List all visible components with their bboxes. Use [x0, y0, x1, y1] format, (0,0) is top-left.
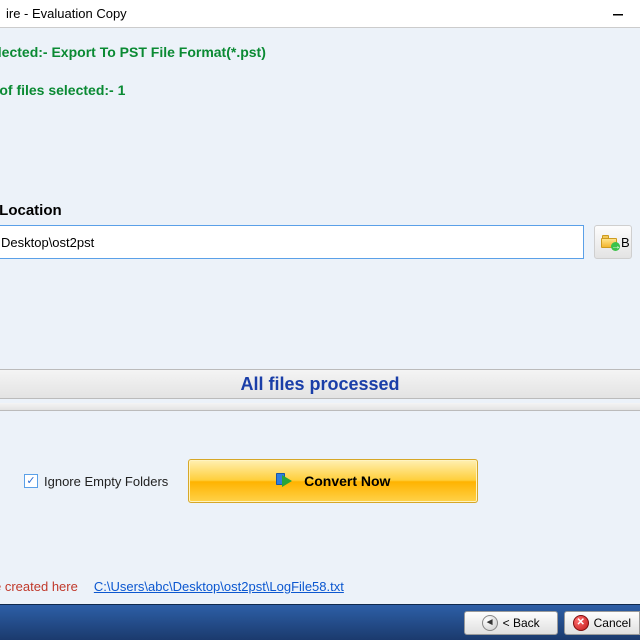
- checkbox-icon: ✓: [24, 474, 38, 488]
- log-intro-label: e created here: [0, 579, 78, 594]
- ignore-empty-folders-label: Ignore Empty Folders: [44, 474, 168, 489]
- output-location-label: t Location: [0, 202, 640, 219]
- ignore-empty-folders-checkbox[interactable]: ✓ Ignore Empty Folders: [24, 474, 168, 489]
- folder-icon: →: [601, 235, 617, 249]
- cancel-label: Cancel: [594, 616, 631, 630]
- status-bar: All files processed: [0, 369, 640, 399]
- convert-now-button[interactable]: Convert Now: [188, 459, 478, 503]
- status-text: All files processed: [240, 374, 399, 395]
- app-window: ire - Evaluation Copy elected:- Export T…: [0, 0, 640, 640]
- minimize-button[interactable]: [596, 0, 640, 28]
- status-block: All files processed: [0, 369, 640, 411]
- action-row: ✓ Ignore Empty Folders Convert Now: [0, 459, 640, 503]
- content-area: elected:- Export To PST File Format(*.ps…: [0, 28, 640, 604]
- titlebar: ire - Evaluation Copy: [0, 0, 640, 28]
- wizard-bar: ◄ < Back ✕ Cancel: [0, 604, 640, 640]
- selected-count-label: r of files selected:- 1: [0, 78, 640, 102]
- window-title: ire - Evaluation Copy: [6, 6, 127, 21]
- cancel-icon: ✕: [573, 615, 589, 631]
- selected-option-label: elected:- Export To PST File Format(*.ps…: [0, 40, 640, 64]
- browse-label: B: [621, 235, 630, 250]
- browse-button[interactable]: → B: [594, 225, 632, 259]
- output-path-input[interactable]: [0, 225, 584, 259]
- output-path-row: → B: [0, 225, 632, 259]
- convert-now-label: Convert Now: [304, 473, 390, 489]
- back-icon: ◄: [482, 615, 498, 631]
- log-line: e created here C:\Users\abc\Desktop\ost2…: [0, 579, 344, 594]
- convert-icon: [276, 471, 296, 491]
- log-file-link[interactable]: C:\Users\abc\Desktop\ost2pst\LogFile58.t…: [94, 579, 344, 594]
- cancel-button[interactable]: ✕ Cancel: [564, 611, 640, 635]
- back-button[interactable]: ◄ < Back: [464, 611, 558, 635]
- back-label: < Back: [503, 616, 540, 630]
- minimize-icon: [612, 8, 624, 20]
- status-bar-under: [0, 403, 640, 411]
